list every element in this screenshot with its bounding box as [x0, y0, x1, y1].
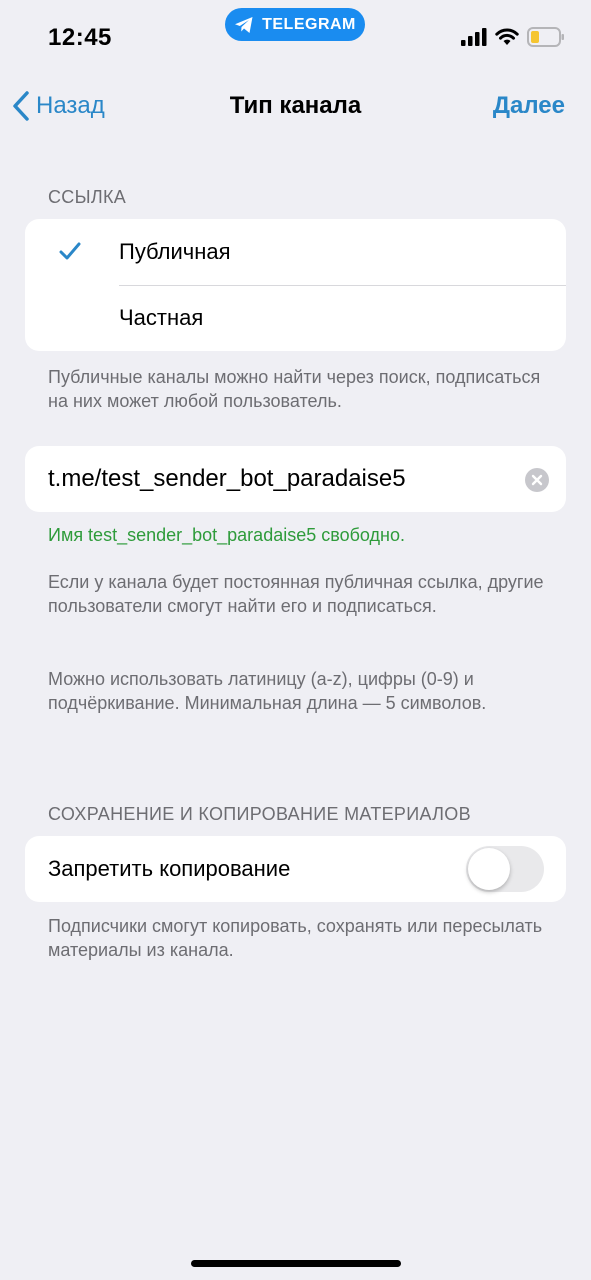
next-button[interactable]: Далее: [493, 92, 565, 120]
checkmark-icon: [59, 242, 81, 260]
telegram-app-pill[interactable]: TELEGRAM: [225, 8, 365, 41]
wifi-icon: [495, 28, 519, 45]
navigation-bar: Назад Тип канала Далее: [0, 70, 591, 140]
toggle-knob: [468, 848, 510, 890]
content-section-header: СОХРАНЕНИЕ И КОПИРОВАНИЕ МАТЕРИАЛОВ: [48, 804, 471, 824]
clear-icon[interactable]: [525, 468, 549, 492]
option-public-label: Публичная: [119, 239, 231, 264]
telegram-plane-icon: [235, 16, 253, 33]
restrict-copy-card: Запретить копирование: [25, 836, 566, 902]
availability-status: Имя test_sender_bot_paradaise5 свободно.: [48, 525, 405, 545]
option-public[interactable]: Публичная: [25, 219, 566, 285]
content-footnote: Подписчики смогут копировать, сохранять …: [48, 916, 543, 960]
link-hint-rules: Можно использовать латиницу (a-z), цифры…: [48, 669, 487, 713]
link-type-footnote: Публичные каналы можно найти через поиск…: [48, 367, 541, 411]
cellular-signal-icon: [461, 28, 487, 46]
telegram-pill-label: TELEGRAM: [262, 15, 356, 33]
battery-low-icon: [527, 27, 564, 47]
link-input-card: [25, 446, 566, 512]
status-icons: [461, 27, 565, 47]
link-section-header: ССЫЛКА: [48, 187, 127, 207]
link-input[interactable]: [48, 465, 508, 493]
option-private[interactable]: Частная: [25, 285, 566, 351]
home-indicator[interactable]: [191, 1260, 401, 1267]
link-hint-public: Если у канала будет постоянная публичная…: [48, 572, 544, 616]
option-private-label: Частная: [119, 305, 204, 330]
restrict-copy-toggle[interactable]: [466, 846, 544, 892]
status-bar: 12:45 TELEGRAM: [0, 0, 591, 70]
restrict-copy-label: Запретить копирование: [48, 856, 291, 881]
status-time: 12:45: [48, 24, 112, 51]
link-type-card: Публичная Частная: [25, 219, 566, 351]
clear-x-glyph: [531, 474, 543, 486]
